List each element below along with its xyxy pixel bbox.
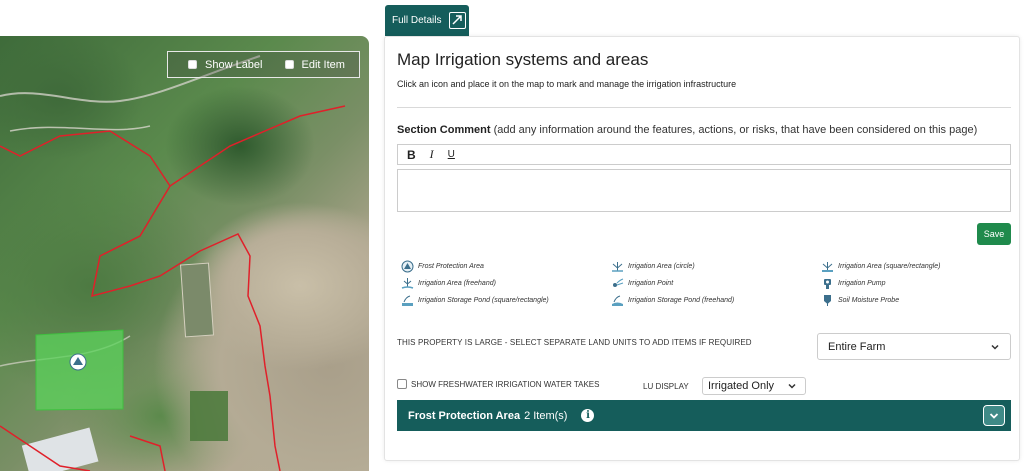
legend-label: Irrigation Storage Pond (freehand) (628, 297, 735, 304)
legend-label: Soil Moisture Probe (838, 297, 900, 304)
storage-pond-square-icon (401, 294, 414, 307)
chevron-down-icon (990, 342, 1000, 355)
legend-soil-moisture-probe[interactable]: Soil Moisture Probe (821, 294, 899, 307)
section-comment-hint: (add any information around the features… (490, 124, 978, 136)
section-comment-label: Section Comment (add any information aro… (397, 124, 977, 136)
expand-icon[interactable] (449, 12, 467, 29)
info-icon[interactable]: i (581, 409, 595, 422)
show-label-toggle[interactable]: Show Label (188, 59, 263, 71)
legend-irrigation-area-square[interactable]: Irrigation Area (square/rectangle) (821, 260, 940, 273)
land-unit-select[interactable]: Entire Farm (817, 333, 1011, 360)
legend-label: Irrigation Pump (838, 280, 886, 287)
property-boundary-upper[interactable] (169, 105, 346, 187)
irrigation-pump-icon (821, 277, 834, 290)
irrigation-point-icon (611, 277, 624, 290)
legend-irrigation-area-circle[interactable]: Irrigation Area (circle) (611, 260, 695, 273)
legend-label: Irrigation Area (square/rectangle) (838, 263, 941, 270)
land-unit-select-value: Entire Farm (828, 340, 886, 353)
accordion-toggle-button[interactable] (983, 405, 1005, 426)
page-subtitle: Click an icon and place it on the map to… (397, 79, 737, 89)
lu-display-select[interactable]: Irrigated Only (702, 377, 806, 395)
edit-item-toggle[interactable]: Edit Item (284, 58, 345, 71)
chevron-down-icon (787, 381, 797, 394)
freshwater-takes-label: SHOW FRESHWATER IRRIGATION WATER TAKES (411, 379, 600, 389)
field-strip (179, 262, 215, 338)
tab-full-details-label: Full Details (392, 15, 442, 26)
irrigation-circle-icon (611, 260, 624, 273)
show-label-checkbox[interactable] (188, 60, 197, 69)
bold-button[interactable]: B (407, 148, 416, 162)
legend-irrigation-point[interactable]: Irrigation Point (611, 277, 673, 290)
frost-protection-accordion[interactable]: Frost Protection Area 2 Item(s) i (397, 400, 1011, 431)
tab-full-details[interactable]: Full Details (385, 5, 469, 36)
edit-item-checkbox[interactable] (284, 60, 294, 69)
app-root: Show Label Edit Item Full Details Map Ir… (0, 0, 1024, 471)
chevron-down-icon (989, 412, 999, 419)
lu-display-label: LU DISPLAY (643, 382, 689, 391)
italic-button[interactable]: I (430, 147, 434, 162)
legend-label: Irrigation Storage Pond (square/rectangl… (418, 297, 549, 304)
legend-label: Irrigation Area (freehand) (418, 280, 496, 287)
map-view[interactable]: Show Label Edit Item (0, 36, 369, 471)
show-label-text: Show Label (205, 58, 263, 71)
large-property-note: THIS PROPERTY IS LARGE - SELECT SEPARATE… (397, 338, 752, 347)
freshwater-takes-checkbox[interactable] (397, 379, 407, 389)
property-boundary[interactable] (0, 130, 281, 471)
greenhouse (21, 427, 99, 471)
legend-storage-pond-square[interactable]: Irrigation Storage Pond (square/rectangl… (401, 294, 549, 307)
underline-button[interactable]: U (448, 149, 455, 160)
page-title: Map Irrigation systems and areas (397, 50, 649, 69)
map-overlay (0, 55, 346, 471)
soil-moisture-probe-icon (821, 294, 834, 307)
legend-label: Frost Protection Area (418, 263, 484, 270)
details-panel: Map Irrigation systems and areas Click a… (384, 36, 1020, 461)
section-comment-title: Section Comment (397, 124, 491, 136)
accordion-title: Frost Protection Area (408, 409, 521, 422)
irrigation-square-icon (821, 260, 834, 273)
legend-storage-pond-freehand[interactable]: Irrigation Storage Pond (freehand) (611, 294, 734, 307)
storage-pond-freehand-icon (611, 294, 624, 307)
frost-protection-icon (401, 260, 414, 273)
lu-display-select-value: Irrigated Only (708, 380, 775, 392)
freshwater-takes-toggle[interactable]: SHOW FRESHWATER IRRIGATION WATER TAKES (397, 379, 599, 389)
legend-label: Irrigation Area (circle) (628, 263, 695, 270)
legend-irrigation-pump[interactable]: Irrigation Pump (821, 277, 885, 290)
accordion-count: 2 Item(s) (524, 409, 568, 422)
legend-label: Irrigation Point (628, 280, 674, 287)
section-comment-editor[interactable] (397, 169, 1011, 212)
divider (397, 107, 1011, 108)
map-controls: Show Label Edit Item (167, 51, 360, 78)
legend-frost-protection-area[interactable]: Frost Protection Area (401, 260, 484, 273)
irrigation-freehand-icon (401, 277, 414, 290)
legend-irrigation-area-freehand[interactable]: Irrigation Area (freehand) (401, 277, 496, 290)
editor-toolbar: B I U (397, 144, 1011, 165)
save-button[interactable]: Save (977, 223, 1011, 245)
edit-item-text: Edit Item (301, 58, 345, 71)
